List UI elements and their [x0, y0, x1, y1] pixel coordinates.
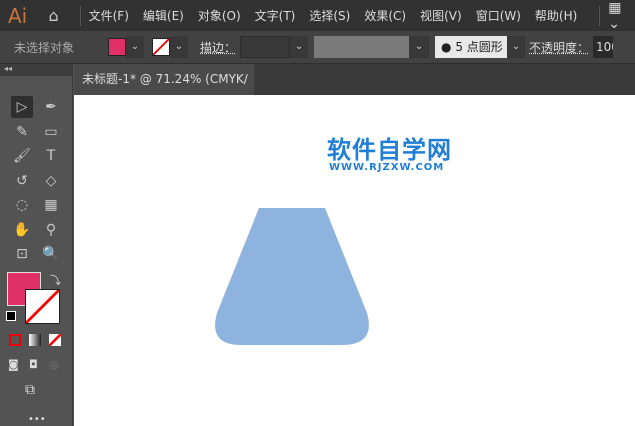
divider	[79, 5, 81, 26]
type-tool-icon[interactable]: T	[40, 145, 62, 167]
rotate-tool-icon[interactable]: ↺	[11, 170, 33, 192]
control-bar: 未选择对象 ⌄ ⌄ 描边： ⌄ ⌄ ● 5 点圆形 ⌄ 不透明度： 100	[0, 31, 635, 64]
eyedropper-tool-icon[interactable]: ⚲	[40, 219, 62, 241]
tools-panel: ◂◂ ▷ ✒ ✎ ▭ 🖌 T ↺ ◇ ◌ ▦ ✋ ⚲ ⊡ 🔍 ⤵ ◙ ◘ ◎ ⧉ •••	[0, 64, 73, 426]
home-icon[interactable]: ⌂	[35, 6, 71, 25]
pen-tool-icon[interactable]: ✒	[40, 96, 62, 118]
stroke-color-box[interactable]	[25, 289, 60, 324]
puppet-warp-tool-icon[interactable]: ✋	[11, 219, 33, 241]
divider	[599, 5, 601, 26]
selection-status: 未选择对象	[14, 40, 75, 55]
swap-colors-icon[interactable]: ⤵	[50, 272, 61, 288]
menu-5[interactable]: 效果(C)	[364, 7, 406, 24]
menu-2[interactable]: 对象(O)	[198, 7, 241, 24]
workspace-layout-icon[interactable]: ▦ ⌄	[608, 0, 635, 32]
more-tools-icon[interactable]: •••	[28, 414, 46, 425]
profile-dropdown[interactable]: ⌄	[409, 36, 430, 58]
selection-tool-icon[interactable]: ▷	[11, 96, 33, 118]
default-colors-icon[interactable]	[6, 311, 16, 321]
collapse-panel-icon[interactable]: ◂◂	[0, 64, 72, 76]
variable-width-profile[interactable]	[314, 36, 410, 58]
stroke-weight-dropdown[interactable]: ⌄	[290, 36, 309, 58]
trapezoid-shape[interactable]	[215, 208, 369, 345]
stroke-label[interactable]: 描边：	[200, 39, 236, 56]
fill-swatch[interactable]	[108, 38, 126, 56]
menu-1[interactable]: 编辑(E)	[143, 7, 184, 24]
rectangle-tool-icon[interactable]: ▭	[40, 121, 62, 143]
draw-inside-icon[interactable]: ◎	[49, 358, 59, 371]
menu-bar: Ai ⌂ 文件(F) 编辑(E) 对象(O) 文字(T) 选择(S) 效果(C) 视图(V)…	[0, 0, 635, 32]
curvature-tool-icon[interactable]: ✎	[11, 121, 33, 143]
app-logo: Ai	[8, 3, 28, 28]
menu-3[interactable]: 文字(T)	[255, 7, 296, 24]
artboard-canvas[interactable]: 软件自学网 WWW.RJZXW.COM	[74, 95, 635, 426]
opacity-input[interactable]: 100	[593, 36, 614, 58]
menu-8[interactable]: 帮助(H)	[535, 7, 577, 24]
document-tab[interactable]: 未标题-1* @ 71.24% (CMYK/预览)×	[74, 64, 254, 117]
draw-normal-icon[interactable]: ◙	[8, 358, 19, 371]
zoom-tool-icon[interactable]: 🔍	[40, 243, 62, 265]
eraser-tool-icon[interactable]: ◇	[40, 170, 62, 192]
lasso-tool-icon[interactable]: ◌	[11, 194, 33, 216]
none-mode-button[interactable]	[49, 334, 61, 346]
gradient-tool-icon[interactable]: ▦	[40, 194, 62, 216]
gradient-mode-button[interactable]	[29, 334, 41, 346]
menu-4[interactable]: 选择(S)	[309, 7, 350, 24]
menu-0[interactable]: 文件(F)	[89, 7, 129, 24]
menu-7[interactable]: 窗口(W)	[476, 7, 521, 24]
draw-behind-icon[interactable]: ◘	[29, 358, 38, 371]
menu-6[interactable]: 视图(V)	[420, 7, 462, 24]
brush-definition[interactable]: ● 5 点圆形	[435, 36, 508, 58]
screen-mode-icon[interactable]: ⧉	[25, 382, 35, 398]
opacity-label[interactable]: 不透明度：	[529, 39, 589, 56]
stroke-swatch-none[interactable]	[152, 38, 170, 56]
fill-dropdown[interactable]: ⌄	[126, 36, 144, 58]
stroke-dropdown[interactable]: ⌄	[170, 36, 188, 58]
artboard-tool-icon[interactable]: ⊡	[11, 243, 33, 265]
color-mode-button[interactable]	[9, 334, 21, 346]
document-tab-bar: 未标题-1* @ 71.24% (CMYK/预览)×	[74, 64, 635, 117]
paintbrush-tool-icon[interactable]: 🖌	[11, 145, 33, 167]
stroke-weight-stepper[interactable]	[240, 36, 291, 58]
brush-dropdown[interactable]: ⌄	[507, 36, 526, 58]
